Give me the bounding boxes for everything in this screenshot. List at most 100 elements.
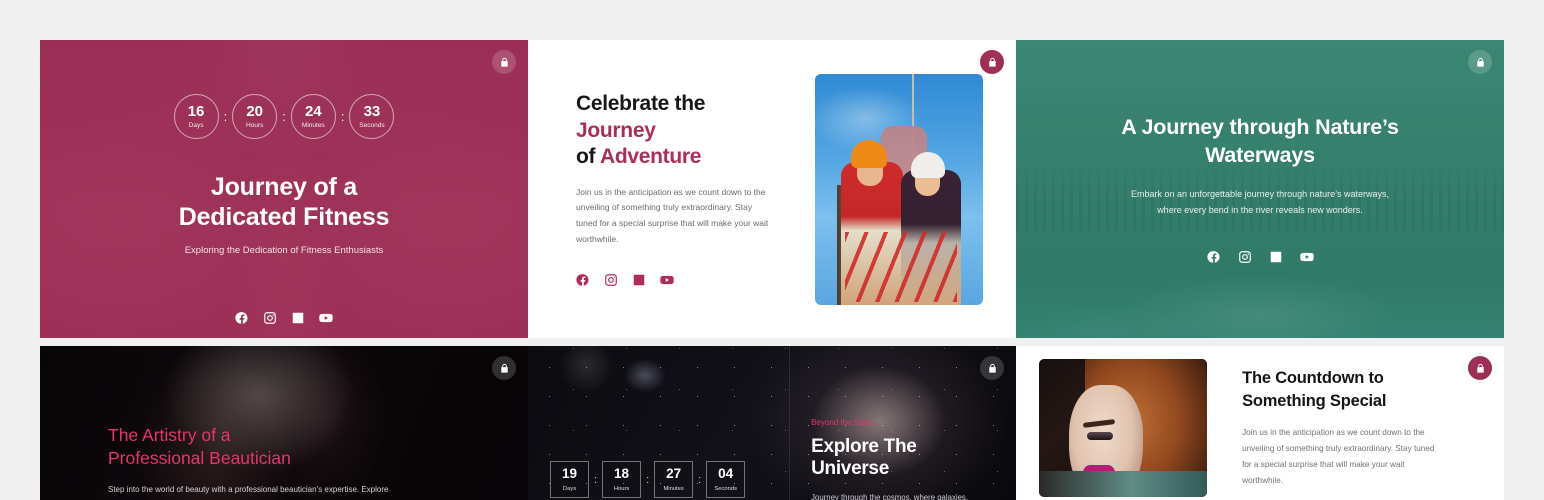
photo-eye-detail bbox=[1087, 432, 1114, 440]
photo-helmet-white bbox=[910, 151, 945, 178]
lock-badge-universe[interactable] bbox=[980, 356, 1004, 380]
lock-icon bbox=[1476, 57, 1484, 67]
countdown-unit-days: 19 Days bbox=[550, 461, 589, 498]
lock-badge-celebrate[interactable] bbox=[980, 50, 1004, 74]
countdown-unit-seconds: 04 Seconds bbox=[706, 461, 746, 498]
countdown-separator: : bbox=[594, 473, 598, 486]
fitness-title-line1: Journey of a bbox=[210, 173, 358, 201]
social-links-celebrate bbox=[576, 273, 772, 287]
lock-icon bbox=[500, 57, 508, 67]
lock-badge-beautician[interactable] bbox=[492, 356, 516, 380]
special-photo bbox=[1039, 359, 1208, 497]
card-celebrate-adventure[interactable]: Celebrate the Journey of Adventure Join … bbox=[528, 40, 1016, 338]
countdown-universe: 19 Days : 18 Hours : 27 Minutes : 04 Sec… bbox=[550, 461, 746, 498]
countdown-hours-value: 18 bbox=[614, 466, 630, 482]
beautician-body-line1: Step into the world of beauty with a pro… bbox=[108, 485, 389, 495]
countdown-minutes-label: Minutes bbox=[301, 122, 325, 129]
countdown-unit-minutes: 24 Minutes bbox=[290, 94, 336, 139]
universe-body-text: Journey through the cosmos, where galaxi… bbox=[811, 490, 994, 500]
countdown-days-label: Days bbox=[188, 122, 204, 129]
special-title-line1: The Countdown to bbox=[1242, 369, 1384, 388]
special-text-column: The Countdown to Something Special Join … bbox=[1216, 367, 1504, 489]
celebrate-photo-column bbox=[782, 73, 1016, 305]
countdown-days-value: 19 bbox=[561, 466, 578, 482]
countdown-seconds-label: Seconds bbox=[714, 485, 737, 492]
countdown-hours-label: Hours bbox=[613, 485, 630, 492]
photo-scarf-detail bbox=[1039, 471, 1208, 497]
lock-icon bbox=[1476, 363, 1484, 373]
special-photo-column bbox=[1016, 359, 1216, 497]
countdown-seconds-label: Seconds bbox=[359, 122, 385, 129]
lock-icon bbox=[988, 363, 996, 373]
card-explore-universe[interactable]: 19 Days : 18 Hours : 27 Minutes : 04 Sec… bbox=[528, 346, 1016, 500]
countdown-days-value: 16 bbox=[187, 103, 205, 120]
lock-badge-nature[interactable] bbox=[1468, 50, 1492, 74]
facebook-icon[interactable] bbox=[576, 273, 590, 287]
countdown-separator: : bbox=[698, 473, 702, 486]
countdown-separator: : bbox=[282, 109, 286, 124]
linkedin-icon[interactable] bbox=[1269, 250, 1283, 264]
template-grid: 16 Days : 20 Hours : 24 Minutes : 33 Sec… bbox=[40, 40, 1504, 500]
special-body-text: Join us in the anticipation as we count … bbox=[1242, 427, 1435, 485]
lock-icon bbox=[500, 363, 508, 373]
lock-badge-special[interactable] bbox=[1468, 356, 1492, 380]
card-nature-waterways[interactable]: A Journey through Nature’s Waterways Emb… bbox=[1016, 40, 1504, 338]
lock-badge-fitness[interactable] bbox=[492, 50, 516, 74]
page-root: 16 Days : 20 Hours : 24 Minutes : 33 Sec… bbox=[0, 0, 1544, 500]
universe-body-line1: Journey through the cosmos, where galaxi… bbox=[811, 493, 968, 500]
facebook-icon[interactable] bbox=[1206, 250, 1221, 264]
celebrate-title: Celebrate the Journey of Adventure bbox=[576, 91, 772, 170]
lock-icon bbox=[988, 57, 996, 67]
celebrate-title-part2: of bbox=[576, 145, 600, 169]
celebrate-body-text: Join us in the anticipation as we count … bbox=[576, 186, 769, 244]
linkedin-icon[interactable] bbox=[632, 273, 646, 287]
countdown-separator: : bbox=[223, 109, 228, 124]
nature-title-line1: A Journey through Nature’s bbox=[1121, 114, 1399, 139]
countdown-separator: : bbox=[340, 109, 345, 124]
celebrate-title-part1: Celebrate the bbox=[576, 92, 706, 116]
countdown-unit-minutes: 27 Minutes bbox=[654, 461, 694, 498]
beautician-title-line2: Professional Beautician bbox=[108, 448, 291, 469]
countdown-hours-label: Hours bbox=[246, 122, 264, 129]
universe-title: Explore The Universe bbox=[811, 436, 917, 479]
social-links-nature bbox=[1206, 250, 1314, 264]
universe-eyebrow: Beyond the Stars: bbox=[811, 418, 875, 427]
special-title: The Countdown to Something Special bbox=[1242, 367, 1476, 412]
countdown-minutes-label: Minutes bbox=[663, 485, 684, 492]
countdown-minutes-value: 27 bbox=[666, 466, 682, 482]
nature-title: A Journey through Nature’s Waterways bbox=[1121, 114, 1399, 170]
countdown-unit-days: 16 Days bbox=[173, 94, 219, 139]
instagram-icon[interactable] bbox=[1238, 250, 1252, 264]
card-countdown-special[interactable]: The Countdown to Something Special Join … bbox=[1016, 346, 1504, 500]
countdown-hours-value: 20 bbox=[246, 103, 264, 120]
celebrate-title-accent1: Journey bbox=[576, 118, 656, 142]
beautician-title: The Artistry of a Professional Beauticia… bbox=[108, 424, 528, 470]
beautician-title-line1: The Artistry of a bbox=[108, 425, 231, 445]
card-beautician[interactable]: The Artistry of a Professional Beauticia… bbox=[40, 346, 528, 500]
countdown-seconds-value: 04 bbox=[718, 466, 734, 482]
celebrate-text-column: Celebrate the Journey of Adventure Join … bbox=[528, 91, 782, 286]
nature-subtitle-line1: Embark on an unforgettable journey throu… bbox=[1131, 188, 1389, 199]
card-fitness[interactable]: 16 Days : 20 Hours : 24 Minutes : 33 Sec… bbox=[40, 40, 528, 338]
countdown-unit-hours: 20 Hours bbox=[232, 94, 278, 139]
celebrate-title-accent2: Adventure bbox=[599, 145, 702, 169]
nature-subtitle: Embark on an unforgettable journey throu… bbox=[1131, 186, 1389, 218]
countdown-separator: : bbox=[646, 473, 650, 486]
youtube-icon[interactable] bbox=[660, 273, 674, 287]
instagram-icon[interactable] bbox=[604, 273, 618, 287]
fitness-title: Journey of a Dedicated Fitness bbox=[179, 173, 390, 232]
photo-harness-straps bbox=[844, 231, 957, 302]
beautician-body-text: Step into the world of beauty with a pro… bbox=[108, 482, 438, 500]
countdown-unit-hours: 18 Hours bbox=[602, 461, 642, 498]
celebrate-photo bbox=[814, 73, 983, 305]
countdown-unit-seconds: 33 Seconds bbox=[349, 94, 395, 139]
fitness-subtitle: Exploring the Dedication of Fitness Enth… bbox=[184, 245, 384, 256]
countdown-fitness: 16 Days : 20 Hours : 24 Minutes : 33 Sec… bbox=[173, 94, 395, 139]
countdown-seconds-value: 33 bbox=[363, 103, 381, 120]
special-title-line2: Something Special bbox=[1242, 391, 1387, 410]
countdown-minutes-value: 24 bbox=[304, 103, 322, 120]
nature-title-line2: Waterways bbox=[1205, 142, 1315, 167]
youtube-icon[interactable] bbox=[1299, 250, 1314, 264]
fitness-title-line2: Dedicated Fitness bbox=[178, 202, 390, 231]
nature-subtitle-line2: where every bend in the river reveals ne… bbox=[1157, 204, 1363, 215]
